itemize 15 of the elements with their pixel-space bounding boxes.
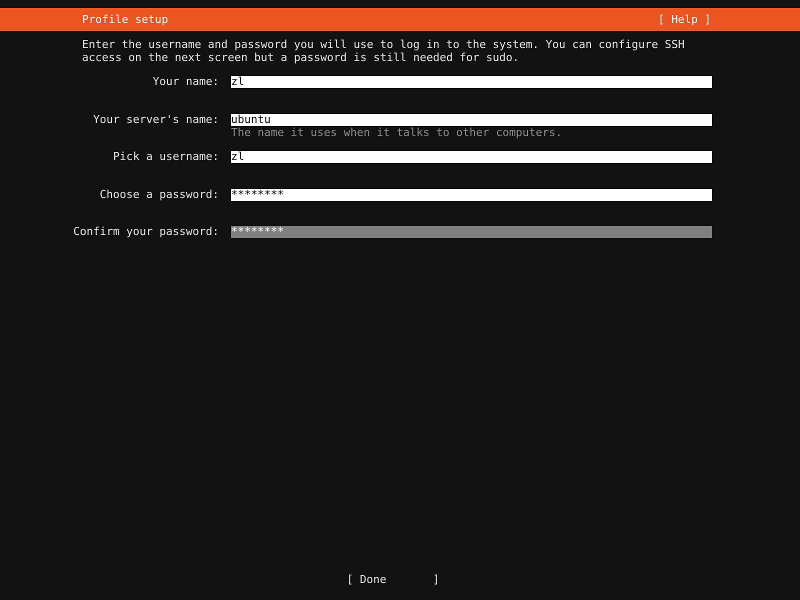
help-button[interactable]: [ Help ] bbox=[658, 14, 711, 26]
screen-title: Profile setup bbox=[82, 14, 168, 26]
field-label: Pick a username: bbox=[112, 151, 219, 163]
field-label: Choose a password: bbox=[98, 188, 219, 200]
input-field[interactable]: zl bbox=[231, 76, 712, 88]
intro-text: Enter the username and password you will use to log in to the system. You can configure SSH access on the next screen but a password is still needed for sudo. bbox=[82, 38, 686, 64]
input-field[interactable]: ubuntu bbox=[231, 114, 712, 126]
input-field[interactable]: ******** bbox=[231, 226, 712, 238]
field-label: Your name: bbox=[152, 76, 219, 88]
input-field[interactable]: ******** bbox=[231, 188, 712, 200]
field-label: Confirm your password: bbox=[72, 226, 219, 238]
done-button[interactable]: [ Done ] bbox=[346, 574, 440, 586]
input-field[interactable]: zl bbox=[231, 151, 712, 163]
field-label: Your server's name: bbox=[92, 114, 219, 126]
field-hint: The name it uses when it talks to other computers. bbox=[231, 126, 564, 138]
